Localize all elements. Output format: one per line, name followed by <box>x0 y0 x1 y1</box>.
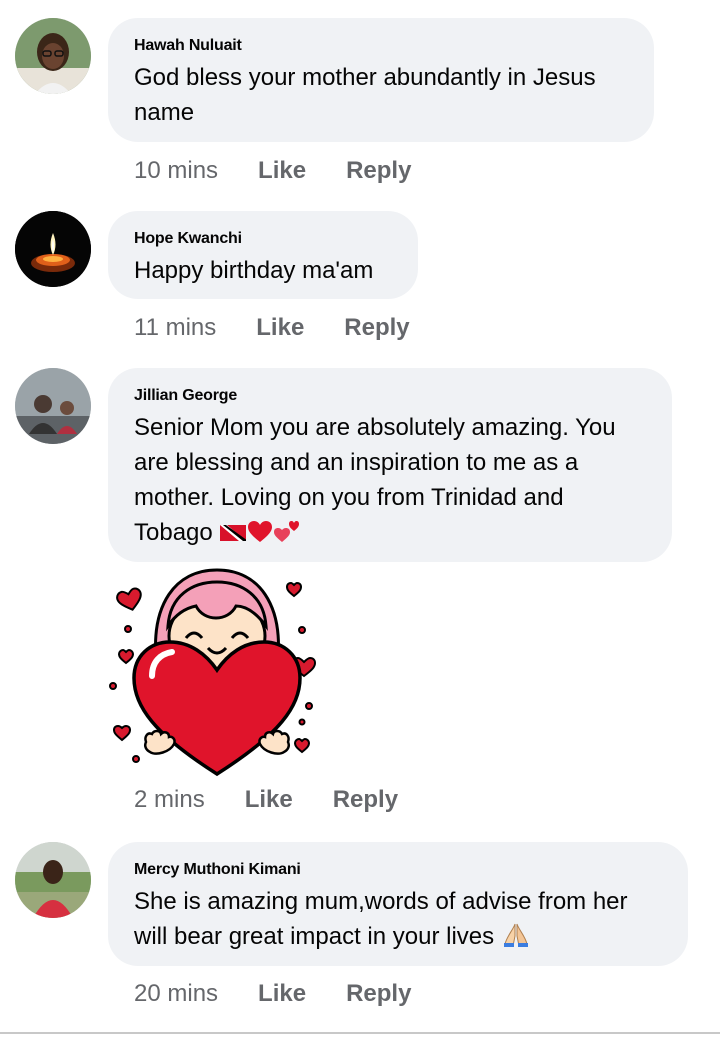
comment-bubble: Hawah Nuluait God bless your mother abun… <box>108 18 654 142</box>
like-button[interactable]: Like <box>256 314 304 342</box>
trinidad-tobago-flag-icon <box>219 519 247 554</box>
reply-button[interactable]: Reply <box>346 157 411 185</box>
comment-author[interactable]: Mercy Muthoni Kimani <box>134 860 662 880</box>
comment-text-line: Senior Mom you are absolutely amazing. Y… <box>134 414 616 441</box>
comment-bubble: Mercy Muthoni Kimani She is amazing mum,… <box>108 842 688 966</box>
comment-bubble: Jillian George Senior Mom you are absolu… <box>108 368 672 562</box>
comment-timestamp[interactable]: 20 mins <box>134 980 218 1008</box>
comment-timestamp[interactable]: 10 mins <box>134 157 218 185</box>
like-button[interactable]: Like <box>245 786 293 814</box>
comment-text-line-last: Tobago <box>134 515 646 554</box>
comment-text-line: God bless your mother abundantly in Jesu… <box>134 64 596 91</box>
comment-text-fragment: Tobago <box>134 519 213 546</box>
comment-actions: 10 mins Like Reply <box>134 157 411 185</box>
comment-actions: 20 mins Like Reply <box>134 980 411 1008</box>
comment-text-line: She is amazing mum,words of advise from … <box>134 888 628 915</box>
comment-bubble: Hope Kwanchi Happy birthday ma'am <box>108 211 418 299</box>
reply-button[interactable]: Reply <box>333 786 398 814</box>
comment-text-line: Happy birthday ma'am <box>134 257 374 284</box>
comment-timestamp[interactable]: 11 mins <box>134 314 216 342</box>
comment-author[interactable]: Hope Kwanchi <box>134 229 392 249</box>
comment-actions: 2 mins Like Reply <box>134 786 398 814</box>
user-photo-icon <box>15 368 91 444</box>
like-button[interactable]: Like <box>258 157 306 185</box>
avatar[interactable] <box>15 842 91 918</box>
folded-hands-icon <box>501 922 531 958</box>
like-button[interactable]: Like <box>258 980 306 1008</box>
girl-hugging-heart-sticker[interactable] <box>104 566 330 780</box>
reply-button[interactable]: Reply <box>346 980 411 1008</box>
comment-text-line: name <box>134 99 195 126</box>
comment-text-line: are blessing and an inspiration to me as… <box>134 449 579 476</box>
comment-author[interactable]: Hawah Nuluait <box>134 36 628 56</box>
avatar[interactable] <box>15 18 91 94</box>
comment-author[interactable]: Jillian George <box>134 386 646 406</box>
avatar[interactable] <box>15 211 91 287</box>
red-heart-icon <box>247 519 273 554</box>
comment-text-line-last: will bear great impact in your lives <box>134 919 662 958</box>
comment-timestamp[interactable]: 2 mins <box>134 786 205 814</box>
user-photo-icon <box>15 18 91 94</box>
avatar[interactable] <box>15 368 91 444</box>
two-hearts-icon <box>273 518 301 554</box>
comment-text-fragment: will bear great impact in your lives <box>134 923 495 950</box>
candle-icon <box>15 211 91 287</box>
comment-actions: 11 mins Like Reply <box>134 314 410 342</box>
reply-button[interactable]: Reply <box>344 314 409 342</box>
comment-text-line: mother. Loving on you from Trinidad and <box>134 484 564 511</box>
divider <box>0 1032 720 1034</box>
user-photo-icon <box>15 842 91 918</box>
